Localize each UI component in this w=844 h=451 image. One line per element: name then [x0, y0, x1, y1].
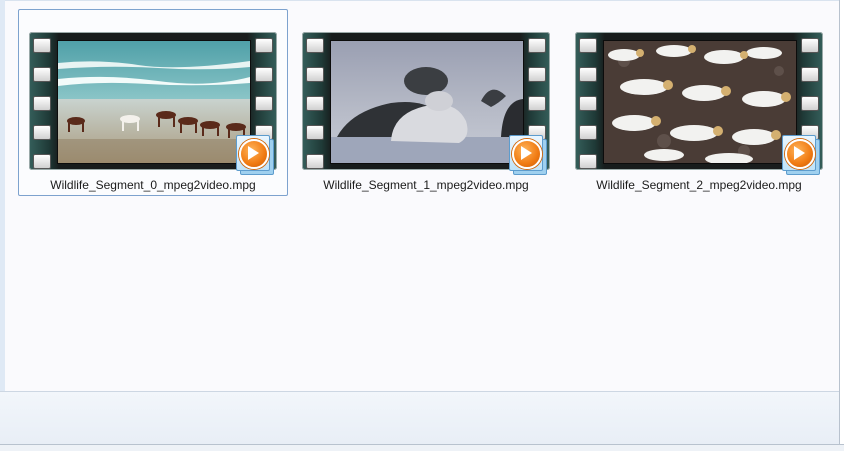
video-thumbnail[interactable]: [575, 32, 823, 175]
video-preview-gannets: [603, 40, 797, 164]
file-name-label[interactable]: Wildlife_Segment_0_mpeg2video.mpg: [19, 178, 287, 192]
media-player-play-icon: [236, 135, 274, 175]
file-name-label[interactable]: Wildlife_Segment_1_mpeg2video.mpg: [292, 178, 560, 192]
film-perforations-left: [579, 38, 597, 169]
video-thumbnail[interactable]: [302, 32, 550, 175]
video-thumbnail[interactable]: [29, 32, 277, 175]
file-item-wildlife-segment-1[interactable]: Wildlife_Segment_1_mpeg2video.mpg: [291, 9, 561, 196]
details-pane: [0, 391, 840, 445]
film-perforations-left: [33, 38, 51, 169]
media-player-play-icon: [509, 135, 547, 175]
film-perforations-left: [306, 38, 324, 169]
file-item-wildlife-segment-2[interactable]: Wildlife_Segment_2_mpeg2video.mpg: [564, 9, 834, 196]
media-player-play-icon: [782, 135, 820, 175]
window-right-edge: [839, 0, 844, 450]
video-preview-seals: [330, 40, 524, 164]
file-name-label[interactable]: Wildlife_Segment_2_mpeg2video.mpg: [565, 178, 833, 192]
video-preview-horses-beach: [57, 40, 251, 164]
file-view-pane[interactable]: Wildlife_Segment_0_mpeg2video.mpg Wildli…: [5, 0, 840, 392]
file-item-wildlife-segment-0[interactable]: Wildlife_Segment_0_mpeg2video.mpg: [18, 9, 288, 196]
